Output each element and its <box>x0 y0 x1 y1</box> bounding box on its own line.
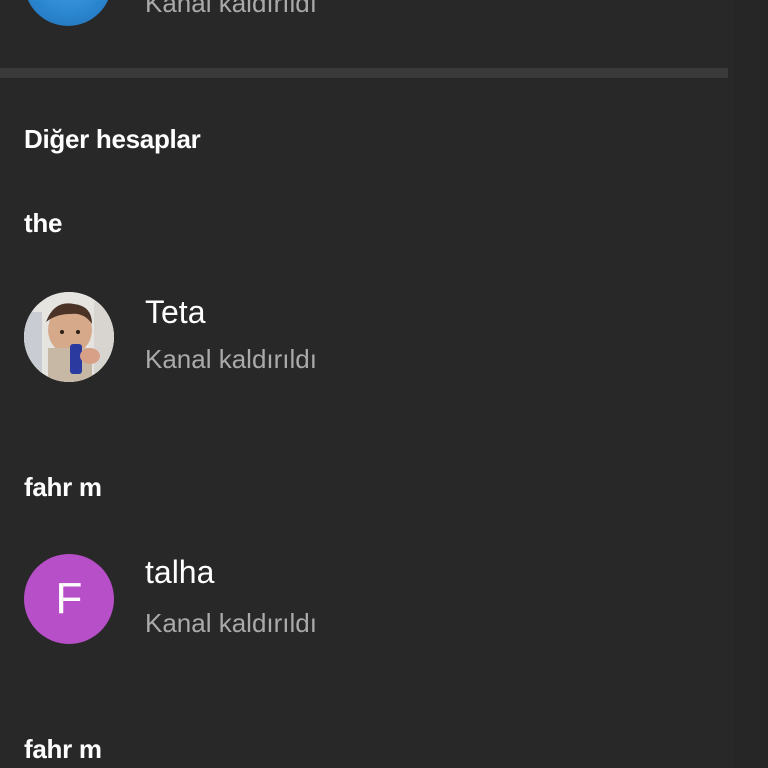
account-switcher-panel: Kanal kaldırıldı Diğer hesaplar the Teta… <box>0 0 768 768</box>
avatar <box>24 292 114 382</box>
channel-row-talha[interactable]: F talha Kanal kaldırıldı <box>0 554 728 650</box>
account-email: fahr m <box>24 734 102 764</box>
scroll-edge <box>734 0 768 768</box>
channel-name: talha <box>145 554 215 590</box>
avatar <box>24 0 112 26</box>
avatar-image <box>24 0 112 26</box>
account-email: the <box>24 208 63 238</box>
account-email: fahr m <box>24 472 102 502</box>
channel-name: Teta <box>145 294 206 330</box>
channel-row-top[interactable]: Kanal kaldırıldı <box>0 0 728 40</box>
section-title: Diğer hesaplar <box>24 124 201 154</box>
section-divider <box>0 68 728 78</box>
channel-status: Kanal kaldırıldı <box>145 608 317 638</box>
avatar-letter: F <box>24 554 114 644</box>
channel-status: Kanal kaldırıldı <box>145 344 317 374</box>
avatar: F <box>24 554 114 644</box>
channel-status: Kanal kaldırıldı <box>145 0 317 18</box>
avatar-photo <box>24 292 114 382</box>
channel-row-teta[interactable]: Teta Kanal kaldırıldı <box>0 292 728 388</box>
